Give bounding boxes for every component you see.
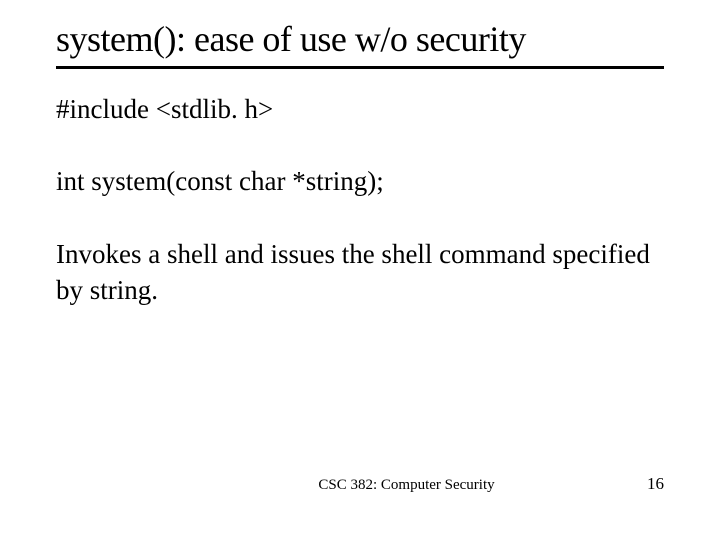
slide-container: system(): ease of use w/o security #incl…: [0, 0, 720, 540]
title-underline: [56, 66, 664, 69]
code-include-line: #include <stdlib. h>: [56, 91, 664, 127]
slide-footer: CSC 382: Computer Security 16: [0, 474, 720, 494]
description-text: Invokes a shell and issues the shell com…: [56, 236, 664, 309]
footer-course-label: CSC 382: Computer Security: [166, 477, 647, 494]
footer-page-number: 16: [647, 474, 664, 494]
code-signature-line: int system(const char *string);: [56, 163, 664, 199]
slide-title: system(): ease of use w/o security: [56, 18, 664, 60]
